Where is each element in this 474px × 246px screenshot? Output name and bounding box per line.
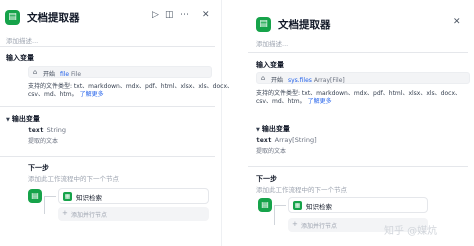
chevron-down-icon: ▼ bbox=[256, 127, 260, 133]
pin-icon: ⌂ bbox=[261, 74, 266, 82]
current-node-icon: ▤ bbox=[28, 189, 42, 203]
output-type: Array[String] bbox=[274, 136, 317, 144]
output-section-label: 输出变量 bbox=[261, 125, 290, 133]
close-icon[interactable]: ✕ bbox=[202, 10, 210, 20]
add-parallel-label: 添加并行节点 bbox=[301, 223, 338, 230]
add-parallel-node-button[interactable]: + 添加并行节点 bbox=[58, 207, 209, 221]
input-section-title: 输入变量 bbox=[256, 61, 284, 69]
panel-title: 文档提取器 bbox=[278, 19, 331, 31]
plus-icon: + bbox=[292, 220, 298, 228]
description-input[interactable]: 添加描述... bbox=[256, 38, 288, 48]
file-extractor-icon: ▤ bbox=[256, 17, 271, 32]
panel-header: ▤ 文档提取器 ▷ ◫ ⋯ ✕ bbox=[0, 0, 221, 30]
description-input[interactable]: 添加描述... bbox=[6, 35, 38, 45]
output-name: text bbox=[28, 126, 44, 134]
add-parallel-label: 添加并行节点 bbox=[71, 212, 108, 219]
supported-file-types: 支持的文件类型: txt、markdown、mdx、pdf、html、xlsx、… bbox=[28, 83, 233, 99]
chevron-down-icon: ▼ bbox=[6, 117, 10, 123]
input-section-title: 输入变量 bbox=[6, 54, 34, 62]
output-type: String bbox=[46, 126, 67, 134]
next-step-subtitle: 添加此工作流程中的下一个节点 bbox=[256, 186, 347, 194]
next-step-subtitle: 添加此工作流程中的下一个节点 bbox=[28, 175, 119, 183]
source-node-label: 开始 bbox=[271, 77, 284, 84]
next-step-title: 下一步 bbox=[28, 164, 49, 172]
supported-types-text: 支持的文件类型: txt、markdown、mdx、pdf、html、xlsx、… bbox=[28, 83, 234, 98]
output-variable: text Array[String] bbox=[256, 136, 317, 144]
supported-file-types: 支持的文件类型: txt、markdown、mdx、pdf、html、xlsx、… bbox=[256, 90, 466, 106]
output-description: 提取的文本 bbox=[28, 138, 59, 145]
variable-type: Array[File] bbox=[313, 77, 345, 84]
branch-connector bbox=[44, 196, 56, 214]
supported-types-text: 支持的文件类型: txt、markdown、mdx、pdf、html、xlsx、… bbox=[256, 90, 462, 105]
right-node-panel: ▤ 文档提取器 ✕ 添加描述... 输入变量 ⌂ 开始 sys.files Ar… bbox=[248, 8, 474, 246]
watermark: 知乎 @媒炕 bbox=[384, 226, 438, 237]
next-node-label: 知识检索 bbox=[76, 194, 102, 202]
next-node-label: 知识检索 bbox=[306, 203, 332, 211]
input-variable-selector[interactable]: ⌂ 开始 file File bbox=[28, 66, 212, 78]
panel-title: 文档提取器 bbox=[27, 12, 80, 24]
plus-icon: + bbox=[62, 209, 68, 217]
file-extractor-icon: ▤ bbox=[5, 10, 20, 25]
left-node-panel: ▤ 文档提取器 ▷ ◫ ⋯ ✕ 添加描述... 输入变量 ⌂ 开始 file F… bbox=[0, 0, 233, 246]
output-description: 提取的文本 bbox=[256, 148, 287, 155]
divider bbox=[0, 106, 215, 107]
learn-more-link[interactable]: 了解更多 bbox=[80, 91, 104, 98]
knowledge-retrieval-icon: ▦ bbox=[293, 201, 302, 210]
divider bbox=[248, 52, 468, 53]
branch-connector bbox=[274, 205, 286, 225]
divider bbox=[0, 46, 215, 47]
variable-type: File bbox=[71, 71, 82, 78]
learn-more-link[interactable]: 了解更多 bbox=[308, 98, 332, 105]
pin-icon: ⌂ bbox=[33, 68, 38, 76]
panel-icon[interactable]: ◫ bbox=[165, 10, 174, 20]
divider bbox=[0, 156, 215, 157]
play-icon[interactable]: ▷ bbox=[152, 10, 159, 20]
output-name: text bbox=[256, 136, 272, 144]
next-step-title: 下一步 bbox=[256, 175, 277, 183]
variable-name: file bbox=[59, 71, 70, 78]
output-variable: text String bbox=[28, 126, 66, 134]
next-node-card[interactable]: ▦ 知识检索 bbox=[58, 188, 209, 204]
divider bbox=[248, 166, 468, 167]
panel-header: ▤ 文档提取器 ✕ bbox=[248, 8, 474, 38]
source-node-label: 开始 bbox=[43, 71, 56, 78]
next-node-card[interactable]: ▦ 知识检索 bbox=[288, 197, 428, 213]
output-section-title[interactable]: ▼ 输出变量 bbox=[256, 124, 290, 134]
input-variable-selector[interactable]: ⌂ 开始 sys.files Array[File] bbox=[256, 72, 470, 84]
variable-name: sys.files bbox=[287, 77, 312, 84]
output-section-label: 输出变量 bbox=[11, 115, 40, 123]
current-node-icon: ▤ bbox=[258, 198, 272, 212]
output-section-title[interactable]: ▼ 输出变量 bbox=[6, 114, 40, 124]
more-icon[interactable]: ⋯ bbox=[180, 10, 189, 20]
close-icon[interactable]: ✕ bbox=[453, 17, 461, 27]
knowledge-retrieval-icon: ▦ bbox=[63, 192, 72, 201]
